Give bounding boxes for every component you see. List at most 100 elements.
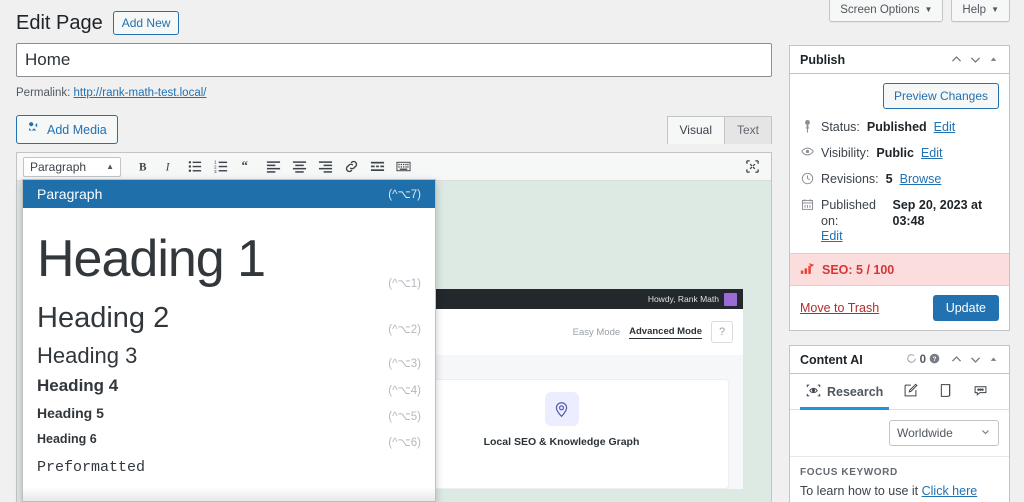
map-pin-icon xyxy=(544,392,579,426)
bulleted-list-icon[interactable] xyxy=(183,155,207,179)
focus-keyword-help-link[interactable]: Click here xyxy=(922,484,978,498)
editor-mode-tabs: Visual Text xyxy=(666,116,772,144)
permalink-link[interactable]: http://rank-math-test.local/ xyxy=(74,87,207,99)
format-option-heading-1[interactable]: Heading 1 (^⌥1) xyxy=(23,208,435,290)
tab-research-label: Research xyxy=(827,384,884,399)
visibility-label: Visibility: xyxy=(821,146,870,160)
toggle-panel-icon[interactable] xyxy=(988,54,999,65)
visibility-value: Public xyxy=(876,146,914,160)
format-option-label: Heading 6 xyxy=(37,432,97,446)
format-option-preformatted[interactable]: Preformatted xyxy=(23,449,435,479)
clock-icon xyxy=(800,171,814,185)
content-ai-box: Content AI 0 ? Research Worldwide FOCUS … xyxy=(789,345,1010,502)
tab-document[interactable] xyxy=(930,374,961,410)
permalink-label: Permalink: xyxy=(16,87,71,99)
blockquote-icon[interactable]: “ xyxy=(235,155,259,179)
format-option-paragraph[interactable]: Paragraph (^⌥7) xyxy=(23,180,435,208)
revisions-label: Revisions: xyxy=(821,172,879,186)
status-value: Published xyxy=(866,120,927,134)
format-option-shortcut: (^⌥3) xyxy=(388,358,421,370)
chat-icon xyxy=(973,383,988,401)
format-option-label: Heading 3 xyxy=(37,343,138,368)
bold-icon[interactable]: B xyxy=(131,155,155,179)
move-down-icon[interactable] xyxy=(969,353,982,366)
fullscreen-icon[interactable] xyxy=(741,155,763,177)
chevron-up-icon: ▲ xyxy=(106,162,114,171)
numbered-list-icon[interactable]: 123 xyxy=(209,155,233,179)
read-more-icon[interactable] xyxy=(365,155,389,179)
align-left-icon[interactable] xyxy=(261,155,285,179)
insert-link-icon[interactable] xyxy=(339,155,363,179)
format-option-label: Heading 1 xyxy=(37,230,266,288)
align-center-icon[interactable] xyxy=(287,155,311,179)
region-select[interactable]: Worldwide xyxy=(889,420,999,446)
revisions-value: 5 xyxy=(885,172,893,186)
published-on-row: Published on: Sep 20, 2023 at 03:48 xyxy=(800,197,999,229)
post-title-input[interactable]: Home xyxy=(16,43,772,77)
update-button[interactable]: Update xyxy=(932,295,999,321)
content-ai-title: Content AI xyxy=(800,352,863,367)
tab-chat[interactable] xyxy=(965,374,996,410)
focus-keyword-help-text: To learn how to use it xyxy=(800,484,922,498)
preview-changes-button[interactable]: Preview Changes xyxy=(882,83,999,109)
help-button[interactable]: Help ▼ xyxy=(951,0,1010,22)
help-circle-icon[interactable]: ? xyxy=(929,353,940,367)
tab-text[interactable]: Text xyxy=(723,116,772,144)
tab-write[interactable] xyxy=(895,374,926,410)
toolbar-toggle-icon[interactable] xyxy=(391,155,415,179)
publish-title: Publish xyxy=(800,52,846,67)
move-down-icon[interactable] xyxy=(969,53,982,66)
svg-text:3: 3 xyxy=(214,169,217,174)
move-up-icon[interactable] xyxy=(950,53,963,66)
format-option-shortcut: (^⌥2) xyxy=(388,324,421,336)
toggle-panel-icon[interactable] xyxy=(988,354,999,365)
rank-math-icon xyxy=(800,262,815,277)
chevron-down-icon xyxy=(980,426,991,440)
tab-research[interactable]: Research xyxy=(798,374,891,410)
admin-top-tabs: Screen Options ▼ Help ▼ xyxy=(829,0,1024,22)
calendar-icon xyxy=(800,197,814,211)
published-on-edit-link[interactable]: Edit xyxy=(821,229,843,243)
region-select-row: Worldwide xyxy=(790,410,1009,457)
seo-score-text: SEO: 5 / 100 xyxy=(822,262,895,277)
format-option-label: Heading 4 xyxy=(37,376,119,395)
format-select[interactable]: Paragraph ▲ xyxy=(23,156,121,177)
move-up-icon[interactable] xyxy=(950,353,963,366)
content-ai-header: Content AI 0 ? xyxy=(790,346,1009,374)
add-new-button[interactable]: Add New xyxy=(112,11,180,35)
add-media-button[interactable]: Add Media xyxy=(16,115,118,144)
visibility-edit-link[interactable]: Edit xyxy=(921,145,943,161)
format-option-heading-3[interactable]: Heading 3 (^⌥3) xyxy=(23,336,435,370)
permalink-row: Permalink: http://rank-math-test.local/ xyxy=(16,87,772,99)
focus-keyword-label: FOCUS KEYWORD xyxy=(800,467,898,478)
tab-visual[interactable]: Visual xyxy=(666,116,725,144)
svg-text:“: “ xyxy=(241,159,247,173)
format-option-heading-6[interactable]: Heading 6 (^⌥6) xyxy=(23,423,435,449)
format-option-shortcut: (^⌥5) xyxy=(388,411,421,423)
chevron-down-icon: ▼ xyxy=(991,5,999,14)
add-media-icon xyxy=(27,120,41,139)
published-on-value: Sep 20, 2023 at 03:48 xyxy=(892,198,983,228)
format-option-heading-4[interactable]: Heading 4 (^⌥4) xyxy=(23,370,435,397)
format-select-value: Paragraph xyxy=(30,159,87,174)
svg-text:B: B xyxy=(139,161,147,173)
credits-counter: 0 ? xyxy=(906,353,940,367)
advanced-mode-label: Advanced Mode xyxy=(629,325,702,339)
italic-icon[interactable]: I xyxy=(157,155,181,179)
screen-options-button[interactable]: Screen Options ▼ xyxy=(829,0,944,22)
avatar xyxy=(724,292,737,306)
status-edit-link[interactable]: Edit xyxy=(934,119,956,135)
move-to-trash-link[interactable]: Move to Trash xyxy=(800,301,879,315)
research-eye-icon xyxy=(806,383,821,401)
format-option-heading-2[interactable]: Heading 2 (^⌥2) xyxy=(23,290,435,336)
status-label: Status: xyxy=(821,120,860,134)
format-option-label: Preformatted xyxy=(37,459,146,476)
revisions-browse-link[interactable]: Browse xyxy=(900,171,942,187)
align-right-icon[interactable] xyxy=(313,155,337,179)
format-dropdown-menu[interactable]: Paragraph (^⌥7) Heading 1 (^⌥1) Heading … xyxy=(22,179,436,502)
format-option-label: Heading 2 xyxy=(37,302,170,334)
region-select-value: Worldwide xyxy=(897,426,953,440)
list-item: Local SEO & Knowledge Graph xyxy=(394,379,729,489)
refresh-icon[interactable] xyxy=(906,353,917,367)
format-option-heading-5[interactable]: Heading 5 (^⌥5) xyxy=(23,397,435,423)
